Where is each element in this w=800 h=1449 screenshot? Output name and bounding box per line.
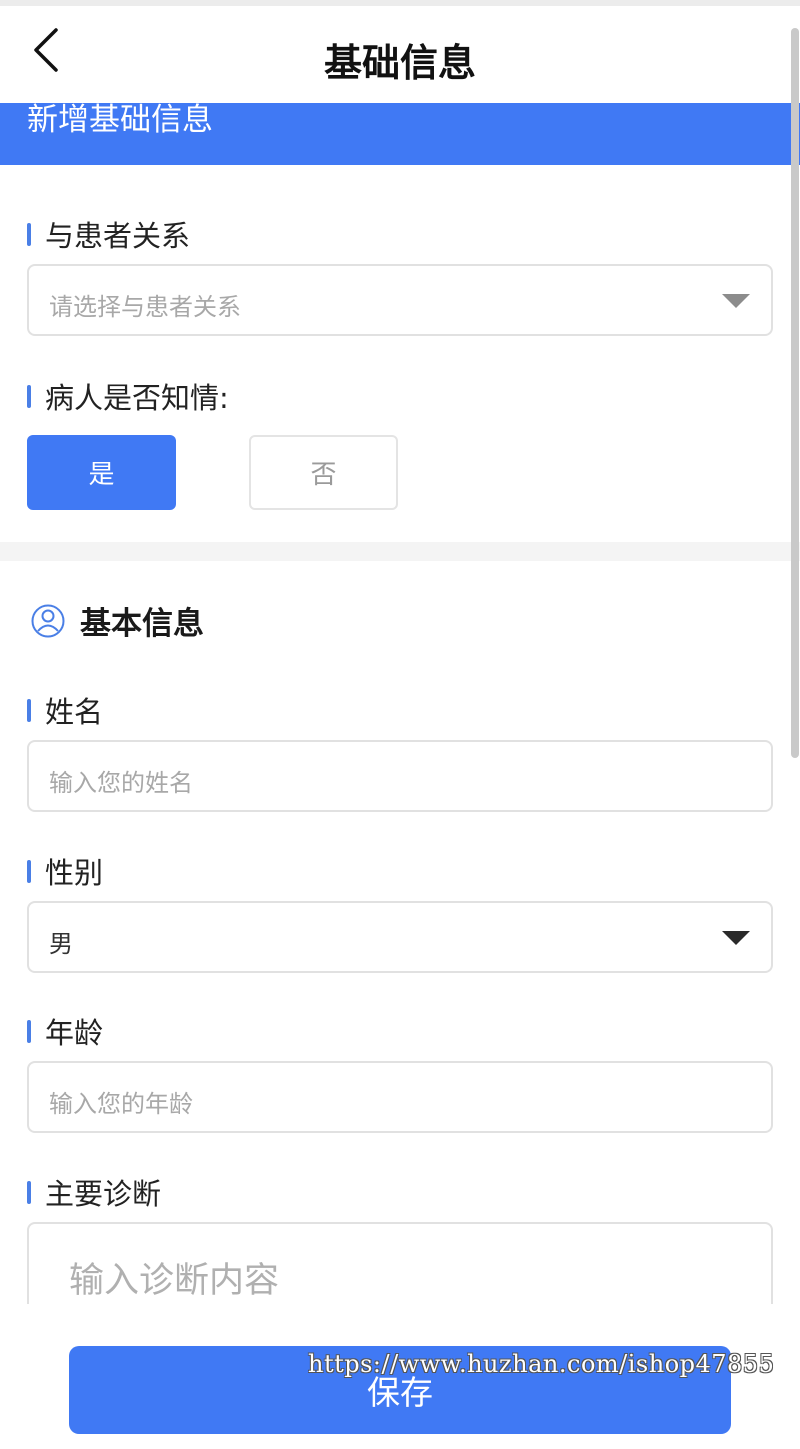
banner-text: 新增基础信息 [27, 103, 213, 138]
gender-select[interactable]: 男 [27, 901, 773, 973]
diagnosis-label-text: 主要诊断 [45, 1177, 162, 1211]
label-accent-bar [27, 698, 31, 722]
relation-select[interactable]: 请选择与患者关系 [27, 264, 773, 336]
gender-value: 男 [49, 930, 73, 958]
relation-label: 与患者关系 [27, 213, 190, 255]
caret-down-icon [722, 931, 750, 945]
age-label: 年龄 [27, 1010, 103, 1052]
age-input[interactable]: 输入您的年龄 [27, 1061, 773, 1133]
informed-label-text: 病人是否知情: [45, 381, 229, 415]
relation-label-text: 与患者关系 [45, 219, 191, 253]
user-icon [31, 604, 65, 637]
gender-label-text: 性别 [45, 856, 104, 890]
diagnosis-placeholder: 输入诊断内容 [69, 1261, 280, 1301]
age-label-text: 年龄 [45, 1016, 104, 1050]
label-accent-bar [27, 859, 31, 883]
informed-label: 病人是否知情: [27, 375, 229, 417]
age-placeholder: 输入您的年龄 [49, 1090, 193, 1118]
basic-info-header: 基本信息 [30, 598, 204, 643]
label-accent-bar [27, 222, 31, 246]
label-accent-bar [27, 384, 31, 408]
informed-no-button[interactable]: 否 [249, 435, 398, 510]
gender-label: 性别 [27, 850, 103, 892]
caret-down-icon [722, 294, 750, 308]
label-accent-bar [27, 1180, 31, 1204]
name-label: 姓名 [27, 689, 103, 731]
scrollbar[interactable] [791, 28, 799, 758]
navigation-bar: 基础信息 [0, 6, 800, 103]
informed-yes-button[interactable]: 是 [27, 435, 176, 510]
page-title: 基础信息 [323, 41, 476, 85]
watermark-text: https://www.huzhan.com/ishop47855 [308, 1350, 775, 1378]
name-input[interactable]: 输入您的姓名 [27, 740, 773, 812]
diagnosis-label: 主要诊断 [27, 1171, 161, 1213]
section-divider [0, 542, 800, 561]
label-accent-bar [27, 1019, 31, 1043]
name-placeholder: 输入您的姓名 [49, 769, 193, 797]
banner: 新增基础信息 [0, 103, 800, 165]
name-label-text: 姓名 [45, 695, 104, 729]
basic-info-title: 基本信息 [80, 606, 204, 642]
relation-placeholder: 请选择与患者关系 [49, 293, 241, 321]
